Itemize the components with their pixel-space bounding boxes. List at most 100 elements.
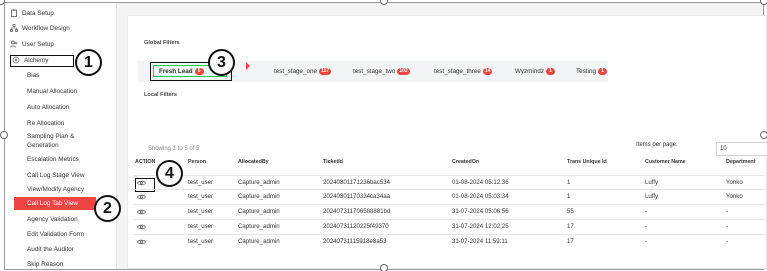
header-allocated-by: AllocatedBy [238,159,269,165]
cell-trans-unique-id: 17 [567,223,574,230]
cell-customer-name: - [645,223,648,230]
screenshot-frame: Data Setup Workflow Design User Setup Al… [4,2,767,270]
chip-wyzmindz[interactable]: Wyzmindz 1 [515,63,555,80]
workflow-icon [10,24,18,33]
cell-customer-name: - [645,238,648,245]
sidebar-item-view-modify-agency[interactable]: View/Modify Agency [27,183,84,197]
cell-person: test_user [188,208,214,215]
alchemy-icon [12,56,20,64]
callout-3: 3 [208,49,235,76]
users-icon [10,40,18,48]
cell-ticket-id: 2024073111591​8e8a53 [323,238,387,245]
header-person: Person [188,159,206,165]
sidebar-item-audit-the-auditor[interactable]: Audit the Auditor [27,243,74,257]
resize-handle-left[interactable] [0,131,8,139]
table-header: ACTION Person AllocatedBy TicketId Creat… [133,155,765,169]
sidebar-item-call-log-stage-view[interactable]: Call Log Stage View [27,169,84,183]
chip-test-stage-two[interactable]: test_stage_two 102 [353,63,410,80]
cell-person: test_user [188,193,214,200]
cell-person: test_user [188,238,214,245]
view-eye-icon[interactable] [137,208,146,216]
header-trans-unique-id: Trans Unique Id [567,159,607,165]
view-eye-icon[interactable] [137,238,146,246]
table-row: test_user Capture_admin 20240801170334ca34… [133,189,765,203]
cell-department: Yonko [726,179,743,186]
cell-ticket-id: 20240731120225f49370 [323,223,389,230]
cell-created-on: 01-08-2024 05:12:36 [452,179,509,186]
items-per-page-select[interactable]: 10 [716,142,767,156]
cell-person: test_user [188,179,214,186]
cell-customer-name: Luffy [645,179,659,186]
showing-count: Showing 1 to 5 of 5 [148,146,200,152]
cell-ticket-id: 20240801170334ca34aa [323,193,390,200]
sidebar-item-agency-validation[interactable]: Agency Validation [27,213,78,227]
sidebar-item-call-log-tab-view[interactable]: Call Log Tab View [14,197,96,210]
cell-created-on: 01-08-2024 05:03:34 [452,193,509,200]
cell-ticket-id: 202407311706588881bd [323,208,391,215]
sidebar-item-escalation-metrics[interactable]: Escalation Metrics [27,153,79,167]
sidebar-item-label: Workflow Design [22,25,70,32]
cell-allocated-by: Capture_admin [238,179,280,186]
callout-1: 1 [75,49,102,76]
view-eye-icon[interactable] [137,193,146,201]
sidebar-item-sampling-plan-line2[interactable]: Generation [27,139,59,153]
table-row: test_user Capture_admin 2024073111591​8e8a… [133,234,765,248]
sidebar-item-re-allocation[interactable]: Re Allocation [27,117,64,131]
chip-count-badge: 1 [597,67,607,75]
sidebar-item-alchemy[interactable]: Alchemy [10,55,74,67]
table-row: test_user Capture_admin 20240801171236bac5… [133,175,765,192]
resize-handle-right[interactable] [760,131,767,139]
chip-testing[interactable]: Testing 1 [576,63,607,80]
cell-created-on: 31-07-2024 05:06:56 [452,208,509,215]
clipboard-icon [10,9,18,18]
chip-count-badge: 14 [482,67,493,75]
local-filters-label: Local Filters [144,92,177,98]
cell-department: Yonko [726,193,743,200]
header-ticket-id: TicketId [323,159,343,165]
cell-trans-unique-id: 55 [567,208,574,215]
sidebar: Data Setup Workflow Design User Setup Al… [5,3,117,269]
table-row: test_user Capture_admin 202407311706588881… [133,204,765,218]
sidebar-item-data-setup[interactable]: Data Setup [10,7,54,21]
view-eye-icon[interactable] [135,178,155,192]
header-created-on: CreatedOn [452,159,480,165]
cell-customer-name: Luffy [645,193,659,200]
cell-ticket-id: 20240801171236bac534 [323,179,390,186]
sidebar-item-label: Data Setup [22,10,54,17]
cell-department: - [726,208,729,215]
cell-trans-unique-id: 17 [567,238,574,245]
sidebar-item-label: Alchemy [24,57,49,64]
cell-created-on: 31-07-2024 12:02:25 [452,223,509,230]
cell-person: test_user [188,223,214,230]
chip-count-badge: 1 [545,67,555,75]
header-customer-name: Customer Name [645,159,686,165]
sidebar-item-workflow-design[interactable]: Workflow Design [10,22,70,36]
callout-2: 2 [94,195,121,222]
header-department: Department [726,159,756,165]
sidebar-item-edit-validation-form[interactable]: Edit Validation Form [27,228,84,242]
sidebar-item-bias[interactable]: Bias [27,69,39,83]
cell-created-on: 31-07-2024 11:59:11 [452,238,508,245]
chip-count-badge: 102 [397,67,410,75]
callout-4: 4 [156,160,183,187]
sidebar-item-user-setup[interactable]: User Setup [10,38,54,52]
view-eye-icon[interactable] [137,223,146,231]
resize-handle-bottom[interactable] [380,264,388,271]
chip-count-badge: 117 [319,67,332,75]
sidebar-item-auto-allocation[interactable]: Auto Allocation [27,101,69,115]
cell-trans-unique-id: 1 [567,193,571,200]
items-per-page-label: Items per page: [636,142,678,148]
cell-allocated-by: Capture_admin [238,208,280,215]
header-action: ACTION [135,159,156,165]
cell-customer-name: - [645,208,648,215]
chip-test-stage-three[interactable]: test_stage_three 14 [434,63,493,80]
cell-department: - [726,223,729,230]
table-row: test_user Capture_admin 20240731120225f493… [133,219,765,233]
sidebar-item-manual-allocation[interactable]: Manual Allocation [27,85,77,99]
resize-handle-top-right[interactable] [760,0,767,5]
sidebar-item-label: User Setup [22,41,54,48]
global-filters-label: Global Filters [144,40,180,46]
cell-allocated-by: Capture_admin [238,223,280,230]
sidebar-item-skip-reason[interactable]: Skip Reason [27,258,63,271]
chip-test-stage-one[interactable]: test_stage_one 117 [274,63,332,80]
